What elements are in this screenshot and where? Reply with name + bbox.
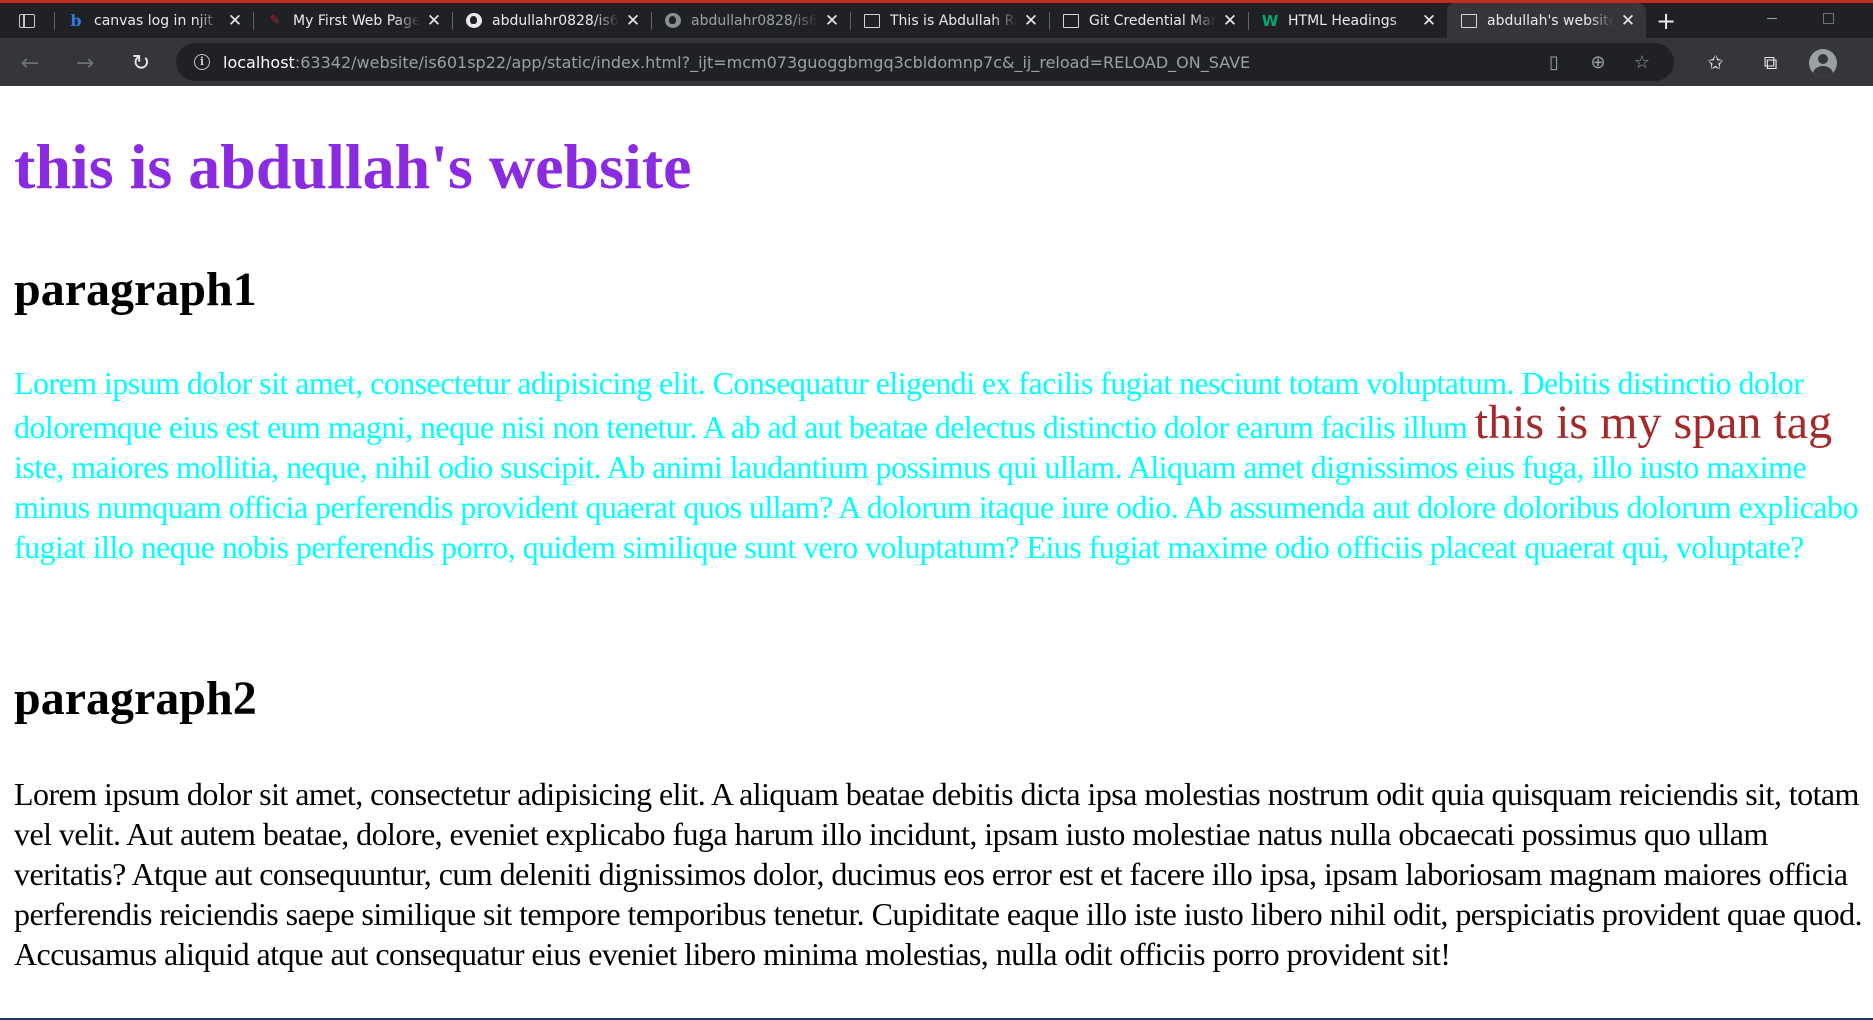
close-tab-icon[interactable]: ✕ [225, 11, 245, 31]
back-arrow-icon[interactable]: ← [14, 47, 46, 79]
paragraph-1-text-after: iste, maiores mollitia, neque, nihil odi… [14, 449, 1858, 565]
restore-icon[interactable] [1805, 3, 1851, 33]
tab-title: abdullah's website [1487, 12, 1614, 29]
new-tab-icon[interactable]: + [1646, 7, 1686, 35]
zoom-icon[interactable]: ⊕ [1576, 52, 1620, 73]
immersive-reader-icon[interactable]: ▯ [1532, 52, 1576, 73]
close-tab-icon[interactable]: ✕ [822, 11, 842, 31]
browser-toolbar: ← → ↻ i localhost:63342/website/is601sp2… [0, 38, 1873, 86]
tab-canvas[interactable]: b canvas log in njit ✕ [54, 3, 253, 38]
url-host: localhost [223, 52, 295, 72]
url-text[interactable]: localhost:63342/website/is601sp22/app/st… [223, 53, 1250, 72]
address-bar-actions: ▯ ⊕ ☆ [1532, 43, 1664, 81]
tab-abdullah-rahman[interactable]: This is Abdullah Rahman ✕ [850, 3, 1049, 38]
tab-title: canvas log in njit [94, 12, 213, 29]
github-icon [466, 13, 482, 28]
paragraph-1: Lorem ipsum dolor sit amet, consectetur … [14, 363, 1864, 567]
profile-avatar[interactable] [1809, 49, 1837, 77]
bing-icon: b [70, 11, 82, 30]
browser-chrome: b canvas log in njit ✕ ✎ My First Web Pa… [0, 0, 1873, 86]
minimize-icon[interactable] [1749, 3, 1795, 33]
info-icon[interactable]: i [194, 54, 210, 70]
section-heading-paragraph2: paragraph2 [14, 672, 257, 725]
url-path: :63342/website/is601sp22/app/static/inde… [294, 52, 1251, 72]
page-title: this is abdullah's website [14, 131, 692, 202]
toolbar-actions: ✩ ⧉ [1688, 47, 1798, 79]
page-content: this is abdullah's website paragraph1 Lo… [0, 86, 1873, 1020]
close-tab-icon[interactable]: ✕ [1220, 11, 1240, 31]
tab-git-credential[interactable]: Git Credential Manager ✕ [1049, 3, 1248, 38]
paragraph-2: Lorem ipsum dolor sit amet, consectetur … [14, 776, 1863, 972]
tab-actions-icon[interactable] [0, 3, 54, 38]
tab-title: Git Credential Manager [1089, 12, 1216, 29]
tab-github-repo-2[interactable]: abdullahr0828/is601sp22 ✕ [651, 3, 850, 38]
close-tab-icon[interactable]: ✕ [1618, 11, 1638, 31]
tab-strip: b canvas log in njit ✕ ✎ My First Web Pa… [0, 3, 1873, 38]
span-tag-text: this is my span tag [1474, 396, 1833, 449]
github-icon [665, 13, 681, 28]
collections-icon[interactable]: ⧉ [1743, 52, 1798, 74]
tab-title: HTML Headings [1288, 12, 1397, 29]
document-icon [864, 13, 880, 28]
tab-title: abdullahr0828/is601sp22 [691, 12, 818, 29]
w3schools-icon: W [1261, 11, 1279, 30]
close-tab-icon[interactable]: ✕ [1021, 11, 1041, 31]
tab-github-repo[interactable]: abdullahr0828/is601sp22 ✕ [452, 3, 651, 38]
address-bar[interactable]: i localhost:63342/website/is601sp22/app/… [176, 43, 1674, 81]
document-icon [1461, 13, 1477, 28]
forward-arrow-icon[interactable]: → [69, 47, 101, 79]
add-favorite-icon[interactable]: ☆ [1620, 52, 1664, 73]
tab-title: abdullahr0828/is601sp22 [492, 12, 619, 29]
close-tab-icon[interactable]: ✕ [424, 11, 444, 31]
close-tab-icon[interactable]: ✕ [623, 11, 643, 31]
tab-title: My First Web Page [293, 12, 420, 29]
tab-title: This is Abdullah Rahman [890, 12, 1017, 29]
close-tab-icon[interactable]: ✕ [1419, 11, 1439, 31]
tab-abdullahs-website[interactable]: abdullah's website ✕ [1447, 3, 1646, 38]
favorites-icon[interactable]: ✩ [1688, 52, 1743, 74]
document-icon [1063, 13, 1079, 28]
reload-icon[interactable]: ↻ [125, 47, 157, 79]
tab-first-web-page[interactable]: ✎ My First Web Page ✕ [253, 3, 452, 38]
section-heading-paragraph1: paragraph1 [14, 263, 257, 316]
blog-icon: ✎ [269, 13, 281, 28]
tab-html-headings[interactable]: W HTML Headings ✕ [1248, 3, 1447, 38]
